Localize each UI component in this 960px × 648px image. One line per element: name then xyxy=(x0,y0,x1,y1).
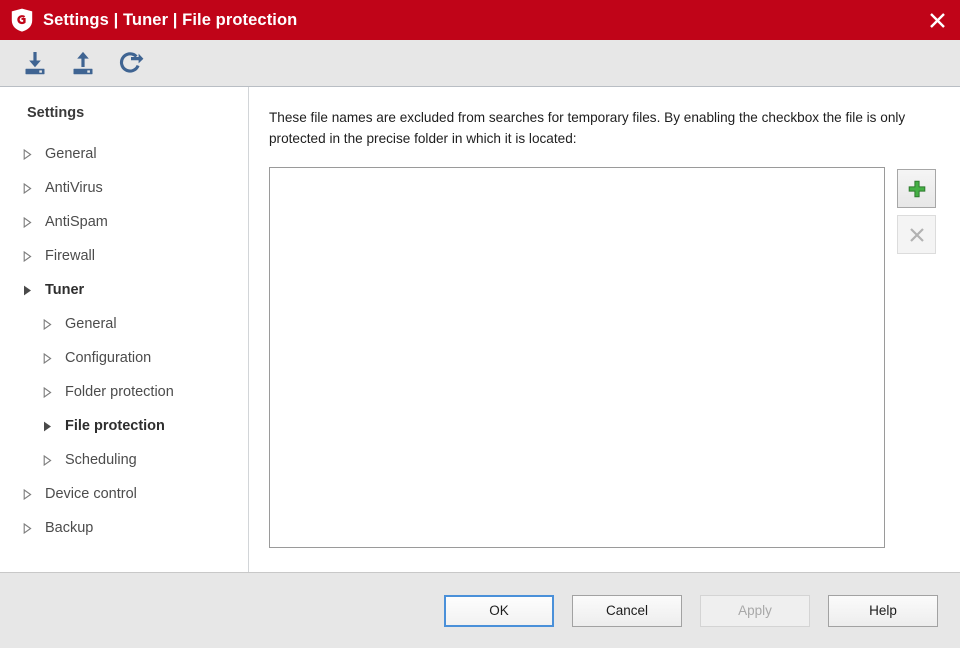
triangle-collapsed-icon[interactable] xyxy=(43,386,57,398)
dialog-footer: OK Cancel Apply Help xyxy=(0,573,960,648)
sidebar-item-label: General xyxy=(65,316,117,332)
add-entry-button[interactable] xyxy=(897,169,936,209)
sidebar-item-label: Configuration xyxy=(65,350,152,366)
sidebar-item-scheduling[interactable]: Scheduling xyxy=(0,443,248,477)
triangle-collapsed-icon[interactable] xyxy=(43,454,57,466)
triangle-collapsed-icon[interactable] xyxy=(43,318,57,330)
sidebar-item-backup[interactable]: Backup xyxy=(0,511,248,545)
sidebar-item-label: Firewall xyxy=(45,248,95,264)
reset-circular-arrow-icon xyxy=(119,52,144,73)
load-from-disk-icon xyxy=(73,51,93,75)
triangle-collapsed-icon[interactable] xyxy=(23,488,37,500)
sidebar-item-label: Backup xyxy=(45,520,94,536)
footer-button-group: OK Cancel Apply Help xyxy=(444,594,938,627)
sidebar-item-label: General xyxy=(45,146,97,162)
sidebar-item-antivirus[interactable]: AntiVirus xyxy=(0,171,248,205)
triangle-collapsed-icon[interactable] xyxy=(23,182,37,194)
settings-sidebar: Settings General AntiVirus AntiSpam Firewal… xyxy=(0,87,249,572)
file-exclusions-list[interactable] xyxy=(269,167,885,549)
sidebar-item-label: File protection xyxy=(65,418,165,434)
apply-button: Apply xyxy=(700,594,810,627)
triangle-expanded-icon[interactable] xyxy=(23,285,37,296)
sidebar-item-configuration[interactable]: Configuration xyxy=(0,341,248,375)
list-action-buttons xyxy=(897,167,936,255)
sidebar-item-label: Scheduling xyxy=(65,452,137,468)
sidebar-item-antispam[interactable]: AntiSpam xyxy=(0,205,248,239)
sidebar-item-label: Tuner xyxy=(45,282,85,298)
triangle-collapsed-icon[interactable] xyxy=(23,148,37,160)
sidebar-item-folder-protection[interactable]: Folder protection xyxy=(0,375,248,409)
sidebar-item-label: AntiSpam xyxy=(45,214,108,230)
sidebar-heading: Settings xyxy=(27,105,85,121)
triangle-collapsed-icon[interactable] xyxy=(23,250,37,262)
sidebar-item-tuner[interactable]: Tuner xyxy=(0,273,248,307)
help-button[interactable]: Help xyxy=(828,594,938,627)
close-icon xyxy=(929,12,945,28)
sidebar-item-device-control[interactable]: Device control xyxy=(0,477,248,511)
triangle-collapsed-icon[interactable] xyxy=(43,352,57,364)
description-text: These file names are excluded from searc… xyxy=(269,110,906,147)
sidebar-item-general[interactable]: General xyxy=(0,137,248,171)
sidebar-item-general[interactable]: General xyxy=(0,307,248,341)
window-title: Settings | Tuner | File protection xyxy=(43,10,298,29)
triangle-collapsed-icon[interactable] xyxy=(23,522,37,534)
title-bar: Settings | Tuner | File protection xyxy=(0,0,960,40)
sidebar-nav-list: General AntiVirus AntiSpam Firewall Tuner Gen… xyxy=(0,137,248,545)
triangle-collapsed-icon[interactable] xyxy=(23,216,37,228)
cross-icon xyxy=(909,227,924,242)
close-button[interactable] xyxy=(914,0,960,40)
body-area: Settings General AntiVirus AntiSpam Firewal… xyxy=(0,87,960,573)
content-pane: These file names are excluded from searc… xyxy=(249,87,960,572)
list-row xyxy=(269,167,936,572)
triangle-expanded-icon[interactable] xyxy=(43,421,57,432)
toolbar xyxy=(0,40,960,87)
load-settings-button[interactable] xyxy=(66,46,100,80)
sidebar-item-label: AntiVirus xyxy=(45,180,103,196)
sidebar-item-label: Device control xyxy=(45,486,137,502)
sidebar-item-file-protection[interactable]: File protection xyxy=(0,409,248,443)
sidebar-item-label: Folder protection xyxy=(65,384,174,400)
remove-entry-button xyxy=(897,215,936,255)
plus-icon xyxy=(908,180,925,197)
save-settings-button[interactable] xyxy=(18,46,52,80)
save-to-disk-icon xyxy=(25,52,45,75)
reset-settings-button[interactable] xyxy=(114,46,148,80)
gdata-shield-icon xyxy=(11,8,33,32)
settings-window: Settings | Tuner | File protection Setti… xyxy=(0,0,960,648)
ok-button[interactable]: OK xyxy=(444,594,554,627)
sidebar-item-firewall[interactable]: Firewall xyxy=(0,239,248,273)
cancel-button[interactable]: Cancel xyxy=(572,594,682,627)
